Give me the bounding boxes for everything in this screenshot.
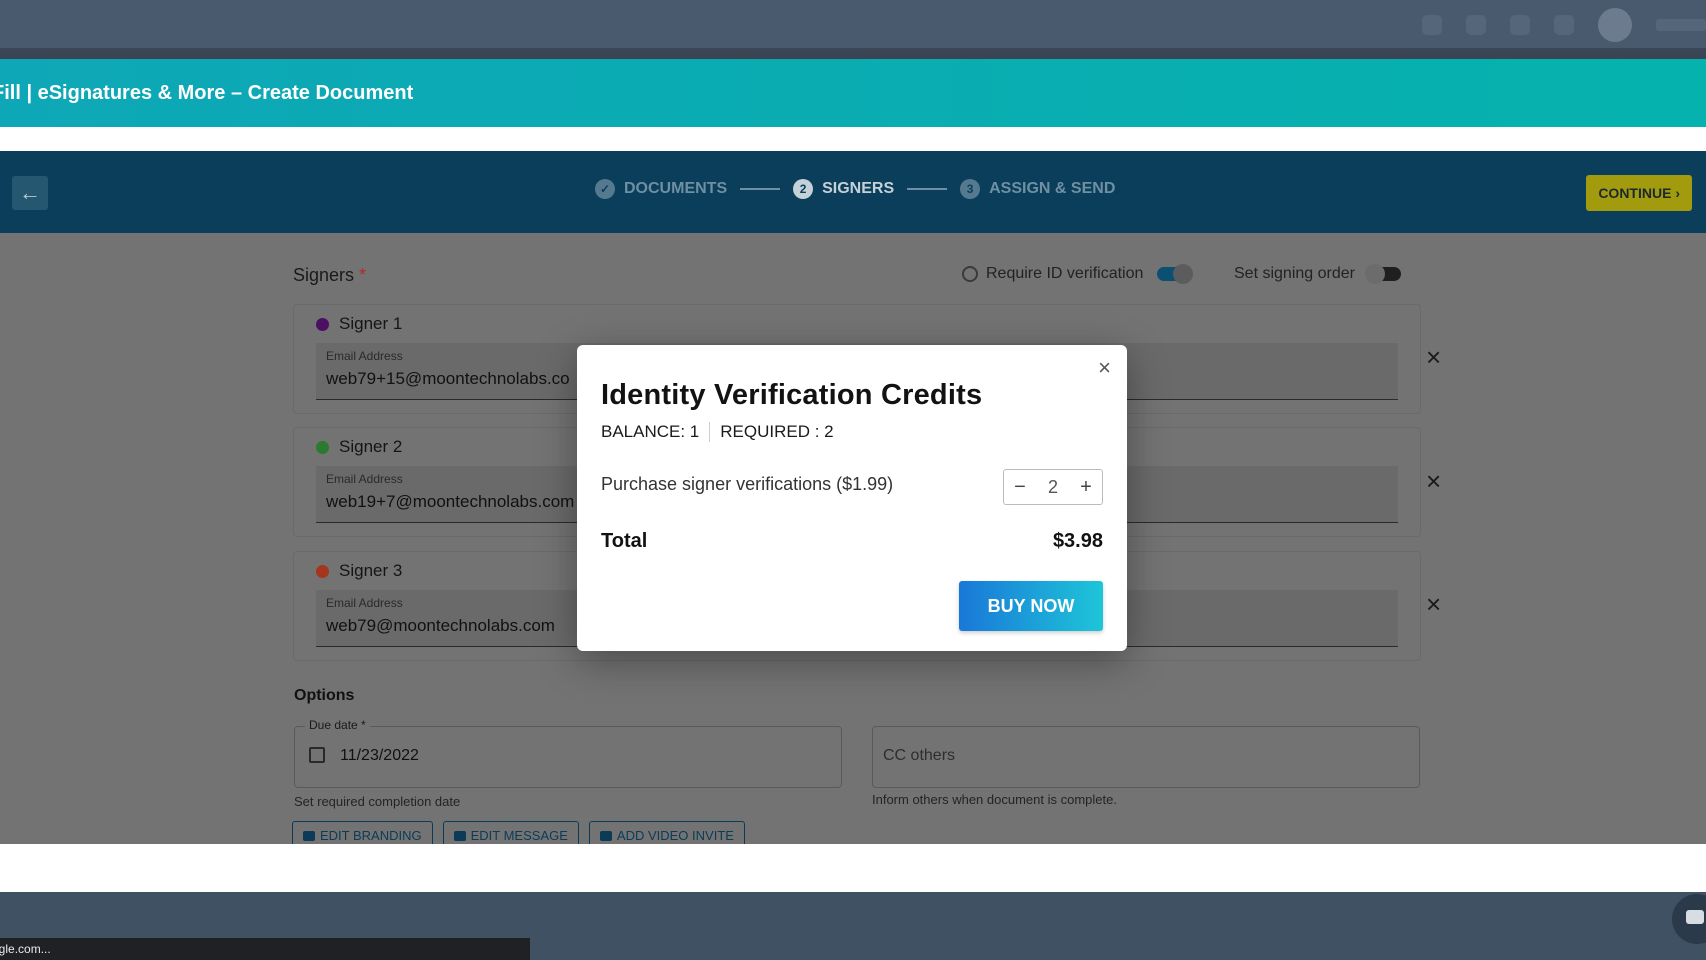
menu-item[interactable] [64, 16, 88, 35]
continue-button[interactable]: CONTINUE › [1586, 175, 1692, 211]
due-date-help: Set required completion date [294, 794, 461, 809]
signer-name: Signer 1 [316, 314, 402, 334]
top-navigation-bar [0, 0, 1706, 54]
signer-label: Signer 3 [339, 561, 403, 580]
step-connector [907, 188, 948, 190]
add-video-invite-button[interactable]: ADD VIDEO INVITE [588, 821, 745, 844]
signer-color-dot [316, 440, 329, 454]
header-spacer [0, 127, 1706, 151]
due-date-value: 11/23/2022 [340, 747, 419, 764]
cc-placeholder: CC others [883, 747, 956, 764]
options-heading: Options [294, 687, 355, 704]
quantity-value[interactable]: 2 [1048, 477, 1058, 498]
signers-label: Signers [293, 265, 355, 285]
signing-order-label: Set signing order [1234, 265, 1355, 282]
step-signers[interactable]: 2 SIGNERS [793, 179, 894, 199]
step-label: DOCUMENTS [624, 180, 728, 197]
steps: ✓ DOCUMENTS 2 SIGNERS 3 ASSIGN & SEND [595, 179, 1115, 199]
step-label: ASSIGN & SEND [989, 180, 1116, 197]
nav-shadow [0, 48, 1706, 54]
signer-color-dot [316, 564, 329, 578]
close-icon[interactable]: × [1098, 357, 1111, 379]
continue-label: CONTINUE [1598, 185, 1672, 201]
back-arrow-button[interactable]: ← [12, 176, 48, 210]
pencil-icon [453, 831, 466, 841]
total-label: Total [601, 530, 648, 552]
total-value: $3.98 [1052, 530, 1103, 552]
palette-icon [303, 831, 315, 841]
edit-message-button[interactable]: EDIT MESSAGE [442, 821, 579, 844]
modal-title: Identity Verification Credits [601, 379, 983, 411]
menu-item[interactable] [0, 16, 24, 35]
page-title: Fill | eSignatures & More – Create Docum… [0, 82, 414, 104]
email-label: Email Address [326, 349, 403, 363]
id-verification-label: Require ID verification [986, 265, 1144, 282]
signer-color-dot [316, 317, 329, 331]
identity-verification-modal: × Identity Verification Credits BALANCE:… [577, 345, 1127, 651]
signer-name: Signer 3 [316, 561, 402, 581]
button-label: ADD VIDEO INVITE [616, 828, 734, 843]
due-date-field[interactable]: Due date * 11/23/2022 [294, 718, 842, 788]
calendar-icon[interactable] [309, 747, 325, 763]
email-label: Email Address [326, 596, 403, 610]
step-number: 3 [960, 179, 981, 199]
signing-order-toggle[interactable] [1364, 264, 1401, 284]
app-header: Fill | eSignatures & More – Create Docum… [0, 59, 1706, 127]
remove-signer-1-icon[interactable]: × [1426, 344, 1446, 370]
remove-signer-3-icon[interactable]: × [1426, 591, 1446, 617]
email-value: web79@moontechnolabs.com [326, 616, 555, 635]
step-assign-send[interactable]: 3 ASSIGN & SEND [960, 179, 1115, 199]
cc-help: Inform others when document is complete. [872, 792, 1117, 807]
buy-now-button[interactable]: BUY NOW [959, 581, 1103, 631]
user-name-placeholder [1656, 19, 1706, 31]
credit-balances: BALANCE: 1 REQUIRED : 2 [601, 422, 834, 442]
option-buttons: EDIT BRANDING EDIT MESSAGE ADD VIDEO INV… [292, 821, 745, 844]
purchase-label: Purchase signer verifications ($1.99) [601, 474, 894, 494]
remove-signer-2-icon[interactable]: × [1426, 468, 1446, 494]
settings-icon[interactable] [1554, 15, 1574, 35]
top-menu [0, 16, 151, 35]
button-label: EDIT BRANDING [320, 828, 422, 843]
fingerprint-icon [962, 266, 978, 282]
balance-text: BALANCE: 1 [601, 422, 700, 441]
signers-heading: Signers * [293, 265, 366, 286]
menu-item[interactable] [127, 16, 151, 35]
email-value: web19+7@moontechnolabs.com [326, 492, 575, 511]
step-connector [740, 188, 781, 190]
step-bar: ← ✓ DOCUMENTS 2 SIGNERS 3 ASSIGN & SEND … [0, 151, 1706, 233]
search-icon[interactable] [1422, 15, 1442, 35]
edit-branding-button[interactable]: EDIT BRANDING [292, 821, 433, 844]
chevron-right-icon: › [1675, 185, 1680, 201]
browser-status-url: ogle.com... [0, 938, 530, 960]
signer-label: Signer 1 [339, 314, 403, 333]
id-verification-toggle[interactable] [1157, 264, 1194, 284]
due-date-label: Due date * [305, 718, 370, 732]
step-documents[interactable]: ✓ DOCUMENTS [595, 179, 727, 199]
footer-spacer [0, 844, 1706, 892]
video-icon [599, 831, 612, 841]
step-number: 2 [793, 179, 814, 199]
id-verification-toggle-row: Require ID verification [962, 264, 1194, 284]
required-text: REQUIRED : 2 [720, 422, 834, 441]
divider [709, 422, 711, 442]
email-value: web79+15@moontechnolabs.co [326, 369, 570, 388]
cc-others-input[interactable]: CC others [872, 726, 1420, 788]
button-label: EDIT MESSAGE [470, 828, 568, 843]
minus-icon[interactable]: − [1004, 476, 1036, 499]
required-mark: * [359, 265, 367, 285]
avatar[interactable] [1598, 8, 1632, 42]
help-icon[interactable] [1510, 15, 1530, 35]
apps-icon[interactable] [1466, 15, 1486, 35]
signer-name: Signer 2 [316, 437, 402, 457]
plus-icon[interactable]: + [1070, 476, 1102, 499]
signing-order-toggle-row: Set signing order [1234, 264, 1401, 284]
quantity-stepper: − 2 + [1003, 469, 1103, 505]
top-nav-actions [1422, 8, 1706, 42]
chat-bubble-icon [1686, 910, 1704, 924]
check-icon: ✓ [595, 179, 615, 199]
email-label: Email Address [326, 472, 403, 486]
status-url-text: ogle.com... [0, 942, 51, 956]
signer-label: Signer 2 [339, 437, 403, 456]
step-label: SIGNERS [822, 180, 895, 197]
